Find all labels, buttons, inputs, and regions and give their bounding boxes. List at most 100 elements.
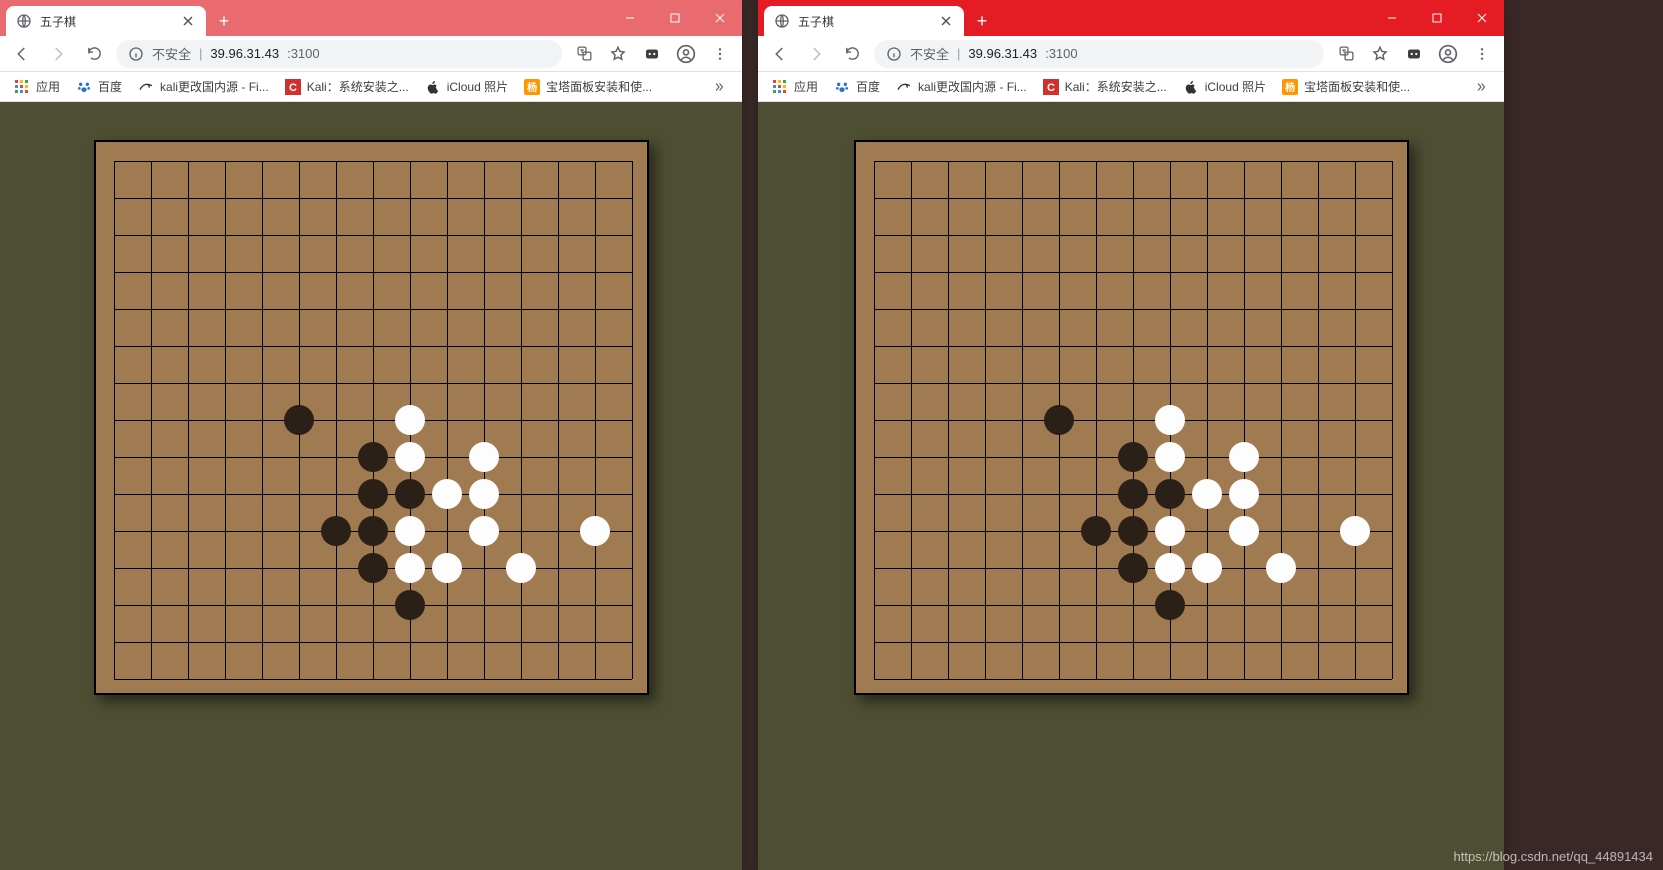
stone-white	[580, 516, 610, 546]
stone-black	[1155, 590, 1185, 620]
menu-icon[interactable]	[1468, 40, 1496, 68]
bookmark-item[interactable]: kali更改国内源 - Fi...	[890, 75, 1033, 98]
browser-tab[interactable]: 五子棋	[6, 6, 206, 36]
bookmark-label: Kali：系统安装之...	[307, 78, 409, 95]
star-icon[interactable]	[604, 40, 632, 68]
close-window-button[interactable]	[697, 0, 742, 36]
grid-line	[1207, 161, 1208, 679]
stone-black	[1081, 516, 1111, 546]
stone-white	[1192, 479, 1222, 509]
stone-black	[1118, 553, 1148, 583]
bookmark-icon	[76, 79, 92, 95]
close-window-button[interactable]	[1459, 0, 1504, 36]
bookmark-item[interactable]: iCloud 照片	[1177, 75, 1272, 98]
watermark-text: https://blog.csdn.net/qq_44891434	[1454, 849, 1654, 864]
profile-icon[interactable]	[1434, 40, 1462, 68]
tab-title: 五子棋	[40, 13, 76, 30]
profile-icon[interactable]	[672, 40, 700, 68]
gomoku-board[interactable]	[94, 140, 649, 695]
stone-black	[358, 442, 388, 472]
grid-line	[874, 679, 1392, 680]
grid-line	[1355, 161, 1356, 679]
forward-button[interactable]	[802, 40, 830, 68]
globe-icon	[774, 13, 790, 29]
page-content	[758, 102, 1504, 870]
stone-black	[1118, 516, 1148, 546]
back-button[interactable]	[8, 40, 36, 68]
bookmark-item[interactable]: kali更改国内源 - Fi...	[132, 75, 275, 98]
maximize-button[interactable]	[1414, 0, 1459, 36]
stone-white	[469, 516, 499, 546]
stone-white	[1229, 516, 1259, 546]
minimize-button[interactable]	[1369, 0, 1414, 36]
url-separator: |	[199, 46, 202, 61]
forward-button[interactable]	[44, 40, 72, 68]
stone-white	[1155, 405, 1185, 435]
title-bar: 五子棋+	[758, 0, 1504, 36]
bookmark-overflow-icon[interactable]	[704, 80, 734, 94]
maximize-button[interactable]	[652, 0, 697, 36]
stone-white	[432, 479, 462, 509]
reload-button[interactable]	[80, 40, 108, 68]
bookmark-item[interactable]: 应用	[8, 75, 66, 98]
bookmark-icon: 杨	[1282, 79, 1298, 95]
browser-tab[interactable]: 五子棋	[764, 6, 964, 36]
bookmark-item[interactable]: 应用	[766, 75, 824, 98]
bookmark-icon	[1183, 79, 1199, 95]
bookmark-item[interactable]: 百度	[828, 75, 886, 98]
bookmark-label: iCloud 照片	[1205, 78, 1266, 95]
bookmark-label: 宝塔面板安装和使...	[1304, 78, 1410, 95]
info-icon	[128, 46, 144, 62]
tab-close-icon[interactable]	[180, 13, 196, 29]
bookmarks-bar: 应用百度 kali更改国内源 - Fi... C Kali：系统安装之... iClou…	[758, 72, 1504, 102]
stone-white	[395, 405, 425, 435]
reload-button[interactable]	[838, 40, 866, 68]
grid-line	[484, 161, 485, 679]
bookmark-label: kali更改国内源 - Fi...	[918, 78, 1027, 95]
stone-white	[1155, 442, 1185, 472]
bookmark-item[interactable]: 杨宝塔面板安装和使...	[518, 75, 658, 98]
menu-icon[interactable]	[706, 40, 734, 68]
back-button[interactable]	[766, 40, 794, 68]
bookmark-item[interactable]: C Kali：系统安装之...	[1037, 75, 1173, 98]
bookmarks-bar: 应用百度 kali更改国内源 - Fi... C Kali：系统安装之... iClou…	[0, 72, 742, 102]
bookmark-label: kali更改国内源 - Fi...	[160, 78, 269, 95]
bookmark-item[interactable]: 杨宝塔面板安装和使...	[1276, 75, 1416, 98]
bookmark-icon: C	[285, 79, 301, 95]
stone-black	[1044, 405, 1074, 435]
translate-icon[interactable]	[570, 40, 598, 68]
address-bar: 不安全|39.96.31.43:3100	[0, 36, 742, 72]
stone-white	[1155, 553, 1185, 583]
grid-line	[1318, 161, 1319, 679]
page-content	[0, 102, 742, 870]
new-tab-button[interactable]: +	[210, 7, 238, 35]
bookmark-icon	[425, 79, 441, 95]
minimize-button[interactable]	[607, 0, 652, 36]
stone-black	[358, 479, 388, 509]
tab-close-icon[interactable]	[938, 13, 954, 29]
new-tab-button[interactable]: +	[968, 7, 996, 35]
grid-line	[632, 161, 633, 679]
bookmark-item[interactable]: iCloud 照片	[419, 75, 514, 98]
url-input[interactable]: 不安全|39.96.31.43:3100	[116, 40, 562, 68]
svg-text:C: C	[1047, 82, 1055, 94]
stone-white	[395, 553, 425, 583]
extension-icon[interactable]	[638, 40, 666, 68]
bookmark-item[interactable]: 百度	[70, 75, 128, 98]
bookmark-label: 宝塔面板安装和使...	[546, 78, 652, 95]
star-icon[interactable]	[1366, 40, 1394, 68]
grid-line	[447, 161, 448, 679]
stone-white	[1266, 553, 1296, 583]
translate-icon[interactable]	[1332, 40, 1360, 68]
url-warning: 不安全	[152, 44, 191, 63]
bookmark-overflow-icon[interactable]	[1466, 80, 1496, 94]
grid-line	[558, 161, 559, 679]
bookmark-icon: C	[1043, 79, 1059, 95]
bookmark-item[interactable]: C Kali：系统安装之...	[279, 75, 415, 98]
bookmark-label: Kali：系统安装之...	[1065, 78, 1167, 95]
gomoku-board[interactable]	[854, 140, 1409, 695]
window-pair: 五子棋+不安全|39.96.31.43:3100应用百度kali更改国内源 - …	[0, 0, 1663, 870]
board-wrap	[854, 140, 1409, 695]
url-input[interactable]: 不安全|39.96.31.43:3100	[874, 40, 1324, 68]
extension-icon[interactable]	[1400, 40, 1428, 68]
